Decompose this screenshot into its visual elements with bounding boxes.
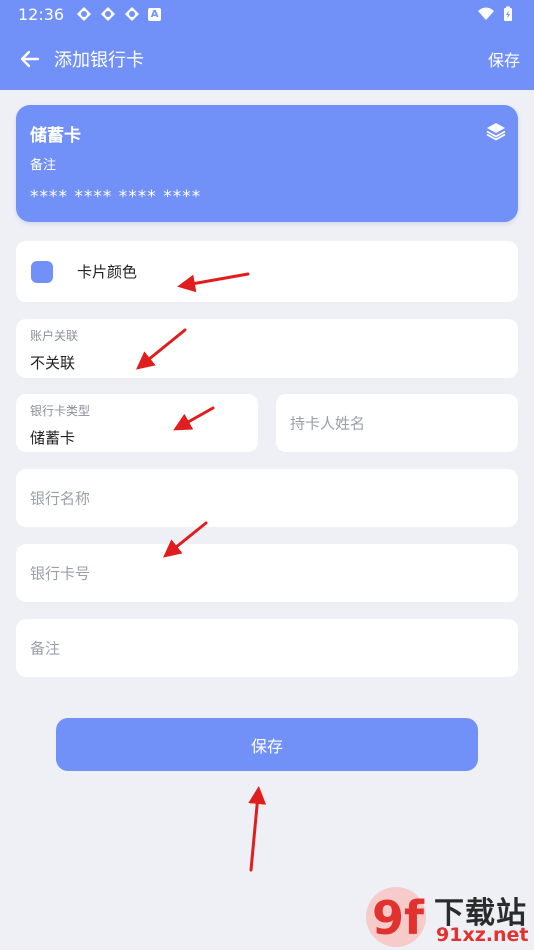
bank-name-input[interactable]: 银行名称: [16, 469, 518, 527]
arrow-to-save-button: [248, 786, 267, 872]
sync-notification-icon: [77, 7, 92, 21]
status-bar: 12:36 A: [0, 0, 534, 28]
app-bar: 添加银行卡 保存: [0, 28, 534, 90]
card-preview: 储蓄卡 备注 **** **** **** ****: [16, 105, 518, 222]
watermark-url: 91xz.net: [436, 924, 529, 946]
back-button[interactable]: [14, 44, 44, 74]
card-color-label: 卡片颜色: [77, 263, 138, 281]
save-button[interactable]: 保存: [56, 718, 478, 771]
watermark-logo: 9f 下载站 91xz.net: [362, 884, 534, 950]
status-time: 12:36: [18, 4, 65, 24]
remark-input[interactable]: 备注: [16, 619, 518, 677]
card-preview-number: **** **** **** ****: [30, 187, 202, 207]
card-color-field[interactable]: 卡片颜色: [16, 241, 518, 302]
holder-name-input[interactable]: 持卡人姓名: [276, 394, 518, 452]
card-preview-note: 备注: [30, 158, 57, 173]
bank-name-placeholder: 银行名称: [30, 489, 91, 508]
card-type-value: 储蓄卡: [30, 429, 76, 447]
sync-notification-icon: [125, 7, 140, 21]
wifi-icon: [478, 7, 494, 20]
card-number-placeholder: 银行卡号: [30, 564, 91, 583]
card-number-input[interactable]: 银行卡号: [16, 544, 518, 602]
account-link-field[interactable]: 账户关联 不关联: [16, 319, 518, 378]
card-preview-type: 储蓄卡: [30, 126, 81, 146]
screen: 12:36 A 添加银行卡 保存 储蓄卡 备注 **** **** **** *…: [0, 0, 534, 950]
remark-placeholder: 备注: [30, 639, 61, 658]
account-link-value: 不关联: [30, 354, 76, 372]
sync-notification-icon: [101, 7, 116, 21]
status-system-icons: [478, 6, 516, 22]
card-type-field[interactable]: 银行卡类型 储蓄卡: [16, 394, 258, 452]
status-notification-icons: A: [76, 6, 162, 22]
app-notification-icon: A: [148, 7, 162, 21]
battery-icon: [504, 6, 512, 21]
arrow-left-icon: [20, 50, 40, 68]
layers-icon[interactable]: [486, 121, 506, 141]
color-swatch[interactable]: [31, 260, 53, 283]
watermark-logo-mark: 9f: [366, 887, 426, 947]
header-save-button[interactable]: 保存: [488, 47, 520, 71]
holder-name-placeholder: 持卡人姓名: [290, 414, 366, 433]
svg-text:9f: 9f: [372, 891, 425, 945]
page-title: 添加银行卡: [54, 50, 144, 71]
card-type-label: 银行卡类型: [30, 404, 91, 418]
account-link-label: 账户关联: [30, 329, 79, 343]
